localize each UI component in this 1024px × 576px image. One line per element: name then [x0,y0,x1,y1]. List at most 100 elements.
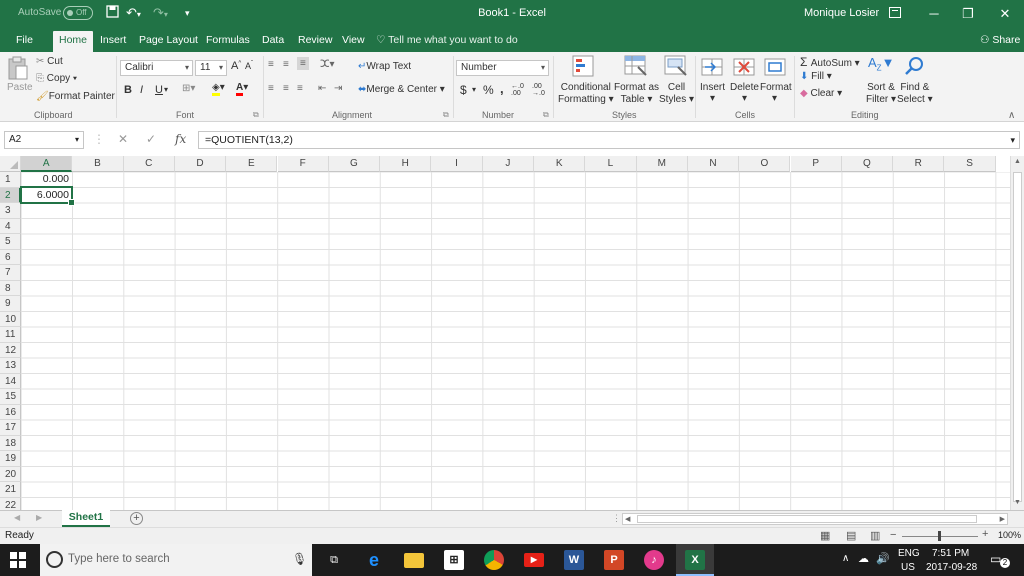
cell-styles-button[interactable]: Cell Styles ▾ [659,82,694,106]
word-icon[interactable]: W [564,550,584,570]
row-header-8[interactable]: 8 [0,280,21,296]
align-middle-icon[interactable]: ≡ [283,59,289,70]
youtube-icon[interactable]: ▶ [524,553,544,567]
column-header-i[interactable]: I [431,156,483,172]
tab-formulas[interactable]: Formulas [200,31,256,52]
tab-page-layout[interactable]: Page Layout [133,31,204,52]
increase-decimal-icon[interactable]: ←.0.00 [511,83,524,97]
align-top-icon[interactable]: ≡ [268,59,274,70]
add-sheet-icon[interactable]: + [130,512,143,525]
row-header-7[interactable]: 7 [0,265,21,281]
fill-button[interactable]: ⬇ Fill ▾ [800,71,832,82]
notifications-icon[interactable]: ▭ 2 [990,552,1010,568]
number-format-select[interactable]: Number [456,60,549,76]
font-dialog-launcher-icon[interactable]: ⧉ [253,110,259,120]
scroll-up-icon[interactable]: ▲ [1014,158,1021,165]
region-indicator[interactable]: US [901,562,915,573]
row-header-21[interactable]: 21 [0,482,21,498]
volume-icon[interactable]: 🔊 [876,552,890,565]
row-header-22[interactable]: 22 [0,497,21,510]
row-header-11[interactable]: 11 [0,327,21,343]
conditional-formatting-icon[interactable] [572,55,594,77]
save-icon[interactable] [106,5,119,21]
column-header-o[interactable]: O [739,156,791,172]
store-icon[interactable]: ⊞ [444,550,464,570]
row-header-6[interactable]: 6 [0,249,21,265]
align-right-icon[interactable]: ≡ [297,83,303,94]
delete-cells-icon[interactable] [733,56,755,78]
row-header-12[interactable]: 12 [0,342,21,358]
cell-area[interactable] [21,172,1010,510]
row-header-14[interactable]: 14 [0,373,21,389]
insert-cells-icon[interactable] [701,56,723,78]
row-header-19[interactable]: 19 [0,451,21,467]
column-header-k[interactable]: K [534,156,586,172]
customize-qat-icon[interactable]: ▾ [185,8,190,19]
edge-icon[interactable]: e [364,550,384,570]
formula-input[interactable]: =QUOTIENT(13,2) ▾ [198,131,1020,149]
delete-button[interactable]: Delete ▾ [730,82,759,104]
currency-dropdown-icon[interactable]: ▾ [472,85,476,94]
column-header-s[interactable]: S [944,156,996,172]
align-center-icon[interactable]: ≡ [283,83,289,94]
share-button[interactable]: ⚇ Share [980,34,1020,46]
column-header-n[interactable]: N [687,156,740,172]
find-select-button[interactable]: Find & Select ▾ [897,82,933,106]
tab-review[interactable]: Review [292,31,338,52]
cell-styles-icon[interactable] [664,55,687,77]
number-dialog-launcher-icon[interactable]: ⧉ [543,110,549,120]
column-header-p[interactable]: P [790,156,842,172]
align-left-icon[interactable]: ≡ [268,83,274,94]
user-name[interactable]: Monique Losier [804,7,879,19]
normal-view-icon[interactable]: ▦ [820,529,830,542]
row-header-20[interactable]: 20 [0,466,21,482]
zoom-out-icon[interactable]: − [890,529,896,541]
cell-a1[interactable]: 0.000 [21,172,72,187]
row-header-17[interactable]: 17 [0,420,21,436]
row-header-2[interactable]: 2 [0,187,21,203]
chrome-icon[interactable] [484,550,504,570]
increase-indent-icon[interactable]: ⇥ [334,83,342,94]
tab-data[interactable]: Data [256,31,290,52]
comma-button[interactable]: , [500,81,504,96]
tell-me-box[interactable]: ♡ Tell me what you want to do [376,34,518,46]
row-header-13[interactable]: 13 [0,358,21,374]
page-break-view-icon[interactable]: ▥ [870,529,880,542]
tab-view[interactable]: View [336,31,371,52]
insert-button[interactable]: Insert ▾ [700,82,725,104]
row-header-18[interactable]: 18 [0,435,21,451]
border-icon[interactable]: ⊞▾ [182,83,195,94]
percent-button[interactable]: % [483,83,494,97]
collapse-ribbon-icon[interactable]: ∧ [1008,110,1015,121]
row-header-9[interactable]: 9 [0,296,21,312]
autosave-toggle[interactable]: Off [63,6,93,20]
format-as-table-button[interactable]: Format as Table ▾ [614,82,659,106]
tab-file[interactable]: File [10,31,39,52]
row-header-4[interactable]: 4 [0,218,21,234]
scroll-left-icon[interactable]: ◀ [625,514,630,525]
align-bottom-icon[interactable]: ≡ [297,57,309,70]
zoom-in-icon[interactable]: + [982,528,988,540]
ribbon-display-icon[interactable] [875,0,915,28]
h-scroll-thumb[interactable] [637,515,977,523]
column-header-q[interactable]: Q [841,156,894,172]
increase-font-icon[interactable]: A^ [231,60,241,72]
copy-button[interactable]: ⎘ Copy ▾ [36,73,77,84]
redo-icon[interactable]: ↷▾ [153,5,168,21]
windows-start-icon[interactable] [10,552,26,571]
font-color-icon[interactable]: A▾ [236,82,248,96]
tab-insert[interactable]: Insert [94,31,132,52]
underline-dropdown-icon[interactable]: ▾ [164,85,168,94]
font-name-select[interactable]: Calibri [120,60,193,76]
clock-date[interactable]: 2017-09-28 [926,562,977,573]
column-header-b[interactable]: B [72,156,124,172]
task-view-icon[interactable]: ⧉ [324,550,344,570]
insert-function-icon[interactable]: fx [175,132,186,146]
row-header-16[interactable]: 16 [0,404,21,420]
orientation-icon[interactable]: ⵋ▾ [320,59,335,70]
scroll-thumb[interactable] [1013,172,1022,502]
music-icon[interactable]: ♪ [644,550,664,570]
autosum-button[interactable]: Σ AutoSum ▾ [800,55,860,69]
tab-home[interactable]: Home [53,31,94,52]
language-indicator[interactable]: ENG [898,548,920,559]
